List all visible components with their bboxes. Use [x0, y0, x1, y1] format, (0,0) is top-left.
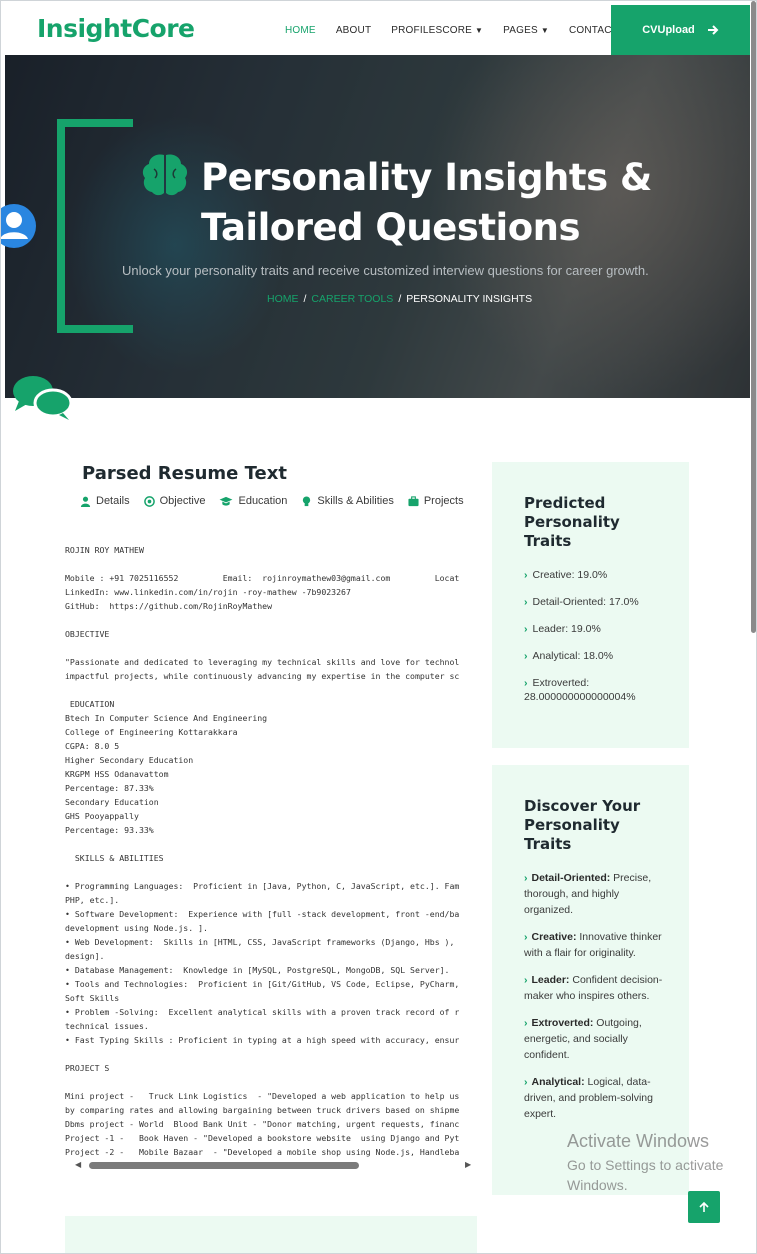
page: InsightCore HOME ABOUT PROFILESCORE ▼ PA… — [0, 0, 757, 1254]
scroll-left-icon[interactable]: ◀ — [75, 1160, 81, 1169]
tab-label: Objective — [159, 495, 206, 507]
list-item: › Leader: Confident decision-maker who in… — [524, 972, 664, 1004]
chevron-right-icon: › — [524, 569, 528, 581]
list-item: › Analytical: Logical, data-driven, and p… — [524, 1074, 664, 1122]
nav-item-label: PROFILESCORE — [391, 24, 473, 36]
chevron-down-icon: ▼ — [475, 25, 484, 35]
tab-label: Education — [238, 495, 288, 507]
tab-projects[interactable]: Projects — [408, 495, 464, 507]
list-item: › Creative: Innovative thinker with a fla… — [524, 929, 664, 961]
trait-name: Analytical: — [531, 1076, 585, 1088]
chevron-right-icon: › — [524, 1017, 528, 1029]
nav-item-label: HOME — [285, 24, 316, 36]
trait-text: Extroverted: 28.000000000000004% — [524, 677, 636, 703]
page-scrollbar-thumb[interactable] — [751, 1, 756, 633]
watermark-subtitle: Go to Settings to activate Windows. — [567, 1157, 724, 1193]
brain-icon — [142, 154, 188, 196]
hero-bracket-decoration — [57, 119, 133, 333]
site-logo[interactable]: InsightCore — [37, 14, 195, 43]
nav-item-label: ABOUT — [335, 24, 372, 36]
list-item: › Detail-Oriented: 17.0% — [524, 595, 674, 609]
list-item: › Extroverted: Outgoing, energetic, and s… — [524, 1015, 664, 1063]
trait-name: Creative: — [531, 931, 577, 943]
scrollbar-thumb[interactable] — [89, 1162, 359, 1169]
chat-bubbles-icon — [13, 376, 73, 420]
cv-upload-button[interactable]: CVUpload — [611, 5, 750, 55]
resume-tabs: Details Objective Education Skills & Abi… — [80, 495, 464, 507]
top-navbar: InsightCore HOME ABOUT PROFILESCORE ▼ PA… — [5, 5, 750, 55]
trait-name: Detail-Oriented: — [531, 872, 611, 884]
trait-text: Detail-Oriented: 17.0% — [532, 596, 639, 608]
chevron-right-icon: › — [524, 974, 528, 986]
tab-label: Skills & Abilities — [317, 495, 394, 507]
tab-label: Details — [96, 495, 130, 507]
chevron-down-icon: ▼ — [540, 25, 549, 35]
trait-text: Leader: 19.0% — [532, 623, 601, 635]
graduation-cap-icon — [220, 496, 233, 506]
user-icon — [80, 496, 91, 507]
tab-objective[interactable]: Objective — [143, 495, 206, 507]
tab-skills[interactable]: Skills & Abilities — [301, 495, 394, 507]
breadcrumb-current: PERSONALITY INSIGHTS — [406, 293, 533, 305]
back-to-top-button[interactable] — [688, 1191, 720, 1223]
arrow-up-icon — [699, 1201, 709, 1212]
chevron-right-icon: › — [524, 1076, 528, 1088]
nav-item-about[interactable]: ABOUT — [336, 25, 371, 36]
breadcrumb-separator: / — [303, 293, 307, 305]
scroll-right-icon[interactable]: ▶ — [465, 1160, 471, 1169]
tab-education[interactable]: Education — [219, 495, 287, 507]
briefcase-icon — [408, 495, 419, 506]
chevron-right-icon: › — [524, 677, 528, 689]
tab-details[interactable]: Details — [80, 495, 130, 507]
hero-subtitle: Unlock your personality traits and recei… — [122, 263, 649, 278]
chevron-right-icon: › — [524, 596, 528, 608]
predicted-traits-list: › Creative: 19.0% › Detail-Oriented: 17.0%… — [524, 568, 674, 717]
watermark-title: Activate Windows — [567, 1131, 710, 1151]
trait-text: Analytical: 18.0% — [532, 650, 614, 662]
trait-name: Leader: — [531, 974, 570, 986]
discover-traits-title: Discover Your Personality Traits — [524, 797, 641, 853]
trait-text: Creative: 19.0% — [532, 569, 608, 581]
resume-card-title: Parsed Resume Text — [82, 463, 287, 484]
nav-item-profilescore[interactable]: PROFILESCORE ▼ — [391, 25, 483, 36]
parsed-resume-card: Parsed Resume Text Details Objective Edu… — [65, 463, 477, 1173]
lightbulb-icon — [303, 495, 311, 506]
chevron-right-icon: › — [524, 650, 528, 662]
trait-name: Extroverted: — [531, 1017, 594, 1029]
chevron-right-icon: › — [524, 623, 528, 635]
list-item: › Leader: 19.0% — [524, 622, 674, 636]
breadcrumb: HOME / CAREER TOOLS / PERSONALITY INSIGH… — [267, 293, 532, 305]
list-item: › Detail-Oriented: Precise, thorough, and… — [524, 870, 664, 918]
page-scrollbar[interactable] — [750, 1, 756, 1253]
activate-windows-watermark: Activate Windows Go to Settings to activ… — [567, 1131, 747, 1195]
hero-banner: Personality Insights & Tailored Question… — [5, 55, 750, 398]
list-item: › Extroverted: 28.000000000000004% — [524, 676, 674, 704]
predicted-traits-panel: Predicted Personality Traits › Creative: … — [492, 462, 689, 748]
nav-item-label: PAGES — [503, 24, 538, 36]
tab-label: Projects — [423, 495, 464, 507]
target-icon — [143, 495, 155, 507]
hero-title: Personality Insights & Tailored Question… — [201, 156, 652, 249]
nav-item-home[interactable]: HOME — [285, 25, 316, 36]
arrow-right-icon — [707, 25, 719, 35]
predicted-traits-title: Predicted Personality Traits — [524, 494, 620, 550]
breadcrumb-home[interactable]: HOME — [267, 293, 299, 305]
horizontal-scrollbar[interactable]: ◀ ▶ — [73, 1159, 473, 1171]
discover-traits-list: › Detail-Oriented: Precise, thorough, and… — [524, 870, 664, 1133]
resume-text-area[interactable]: ROJIN ROY MATHEW Mobile : +91 7025116552… — [65, 543, 477, 1157]
breadcrumb-career-tools[interactable]: CAREER TOOLS — [311, 293, 393, 305]
list-item: › Analytical: 18.0% — [524, 649, 674, 663]
user-circle-icon — [1, 204, 36, 248]
list-item: › Creative: 19.0% — [524, 568, 674, 582]
breadcrumb-separator: / — [398, 293, 402, 305]
next-section-panel — [65, 1216, 477, 1253]
cv-upload-label: CVUpload — [642, 24, 695, 36]
chevron-right-icon: › — [524, 931, 528, 943]
main-menu: HOME ABOUT PROFILESCORE ▼ PAGES ▼ CONTAC… — [285, 5, 638, 55]
nav-item-pages[interactable]: PAGES ▼ — [503, 25, 549, 36]
chevron-right-icon: › — [524, 872, 528, 884]
